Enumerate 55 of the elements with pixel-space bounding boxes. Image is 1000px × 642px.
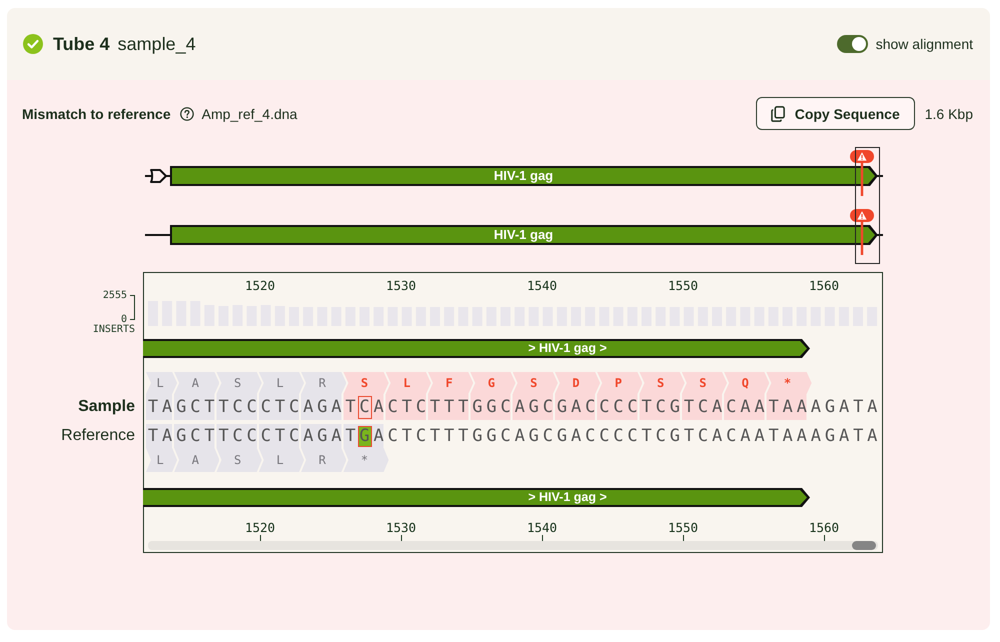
- dna-sequence: TAGCTTCCCTCAGAT: [146, 397, 358, 417]
- gene-feature: > HIV-1 gag >: [143, 339, 810, 358]
- mismatch-base: C: [358, 396, 372, 418]
- amino-acid: L: [258, 448, 304, 472]
- copy-icon: [770, 106, 785, 122]
- amino-acid: A: [174, 372, 220, 394]
- axis-title: INSERTS: [92, 325, 135, 335]
- gene-feature: HIV-1 gag: [170, 225, 878, 245]
- amino-acid: S: [682, 372, 728, 394]
- ruler-label: 1540: [526, 278, 558, 292]
- amino-acid: S: [216, 372, 262, 394]
- help-icon[interactable]: [180, 106, 194, 120]
- amino-acid: G: [470, 372, 516, 394]
- amino-acid: A: [174, 448, 220, 472]
- ruler-label: 1530: [381, 520, 421, 542]
- amino-acid: S: [512, 372, 558, 394]
- ruler-label: 1550: [663, 520, 703, 542]
- gene-feature: HIV-1 gag: [170, 166, 878, 186]
- amino-acid: P: [597, 372, 642, 394]
- row-label: Reference: [61, 426, 135, 446]
- amino-acid: Q: [724, 372, 770, 394]
- amino-acid: F: [428, 372, 474, 394]
- ruler-label: 1540: [522, 520, 562, 542]
- reference-file-name: Amp_ref_4.dna: [202, 106, 298, 122]
- copy-sequence-button[interactable]: Copy Sequence: [756, 97, 915, 130]
- dna-sequence: ACTCTTTGGCAGCGACCCCTCGTCACAATAAAGATA: [372, 397, 880, 417]
- amino-acid: R: [301, 372, 346, 394]
- ruler-label: 1550: [666, 278, 700, 292]
- amino-acid: L: [258, 372, 304, 394]
- alignment-toggle[interactable]: [836, 35, 868, 53]
- amino-acid: D: [554, 372, 600, 394]
- sample-name: sample_4: [118, 34, 196, 54]
- toggle-label: show alignment: [876, 36, 973, 52]
- amino-acid: S: [216, 448, 262, 472]
- dna-sequence: ACTCTTTGGCAGCGACCCCTCGTCACAATAAAGATA: [372, 426, 880, 446]
- primer-icon: [148, 168, 168, 184]
- axis-min-label: 0: [120, 315, 127, 325]
- amino-acid: S: [639, 372, 685, 394]
- ruler-label: 1520: [244, 278, 276, 292]
- gene-feature: > HIV-1 gag >: [143, 488, 810, 507]
- axis-bracket: [130, 295, 135, 320]
- row-label: Sample: [78, 397, 135, 417]
- sequence-length: 1.6 Kbp: [924, 106, 973, 122]
- scrollbar-thumb[interactable]: [852, 541, 876, 550]
- ruler-label: 1530: [384, 278, 418, 292]
- dna-sequence: TAGCTTCCCTCAGAT: [146, 426, 358, 446]
- axis-max-label: 2555: [102, 290, 127, 302]
- amino-acid: R: [301, 448, 346, 472]
- ruler-label: 1560: [804, 520, 844, 542]
- amino-acid: S: [343, 372, 389, 394]
- ruler-label: 1520: [240, 520, 280, 542]
- tube-title: Tube 4: [53, 34, 110, 54]
- section-heading: Mismatch to reference: [22, 106, 171, 122]
- amino-acid: L: [386, 372, 431, 394]
- ruler-label: 1560: [808, 278, 840, 292]
